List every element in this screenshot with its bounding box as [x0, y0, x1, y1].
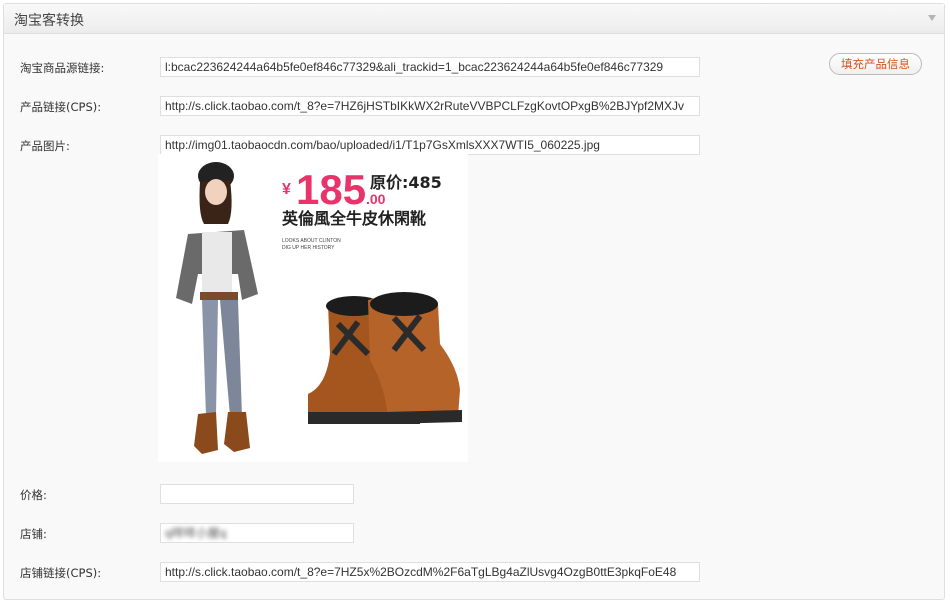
- original-price: 原价:485: [370, 173, 442, 192]
- product-link-input[interactable]: http://s.click.taobao.com/t_8?e=7HZ6jHST…: [160, 96, 700, 116]
- shop-link-input[interactable]: http://s.click.taobao.com/t_8?e=7HZ5x%2B…: [160, 562, 700, 582]
- product-name: 英倫風全牛皮休閑靴: [281, 209, 426, 228]
- price-input[interactable]: [160, 484, 354, 504]
- taobaoke-convert-panel: 淘宝客转换: [3, 3, 945, 600]
- price-banner: ¥ 185 .00 原价:485 英倫風全牛皮休閑靴 LOOKS ABOUT C…: [281, 166, 442, 251]
- product-image-input[interactable]: http://img01.taobaocdn.com/bao/uploaded/…: [160, 135, 700, 155]
- shop-input[interactable]: q咩咩小屋q: [160, 523, 354, 543]
- price-main: 185: [296, 166, 366, 213]
- tagline-2: DIG UP HER HISTORY: [282, 245, 335, 251]
- price-currency: ¥: [282, 181, 291, 198]
- source-link-label: 淘宝商品源链接:: [20, 61, 105, 75]
- product-image-preview: ¥ 185 .00 原价:485 英倫風全牛皮休閑靴 LOOKS ABOUT C…: [158, 154, 468, 462]
- fill-product-info-button[interactable]: 填充产品信息: [829, 53, 922, 75]
- boots-illustration: [308, 292, 462, 424]
- price-decimal: .00: [366, 191, 386, 207]
- collapse-toggle-icon[interactable]: [928, 15, 936, 21]
- product-image-label: 产品图片:: [20, 139, 70, 153]
- source-link-input[interactable]: l:bcac223624244a64b5fe0ef846c77329&ali_t…: [160, 57, 700, 77]
- panel-title: 淘宝客转换: [14, 13, 84, 29]
- shop-label: 店铺:: [20, 527, 47, 541]
- panel-header[interactable]: 淘宝客转换: [4, 4, 944, 34]
- price-label: 价格:: [20, 488, 47, 502]
- tagline-1: LOOKS ABOUT CLINTON: [282, 238, 341, 244]
- product-link-label: 产品链接(CPS):: [20, 100, 102, 114]
- shop-link-label: 店铺链接(CPS):: [20, 566, 102, 580]
- model-illustration: [176, 162, 258, 454]
- shop-name-value: q咩咩小屋q: [165, 526, 227, 540]
